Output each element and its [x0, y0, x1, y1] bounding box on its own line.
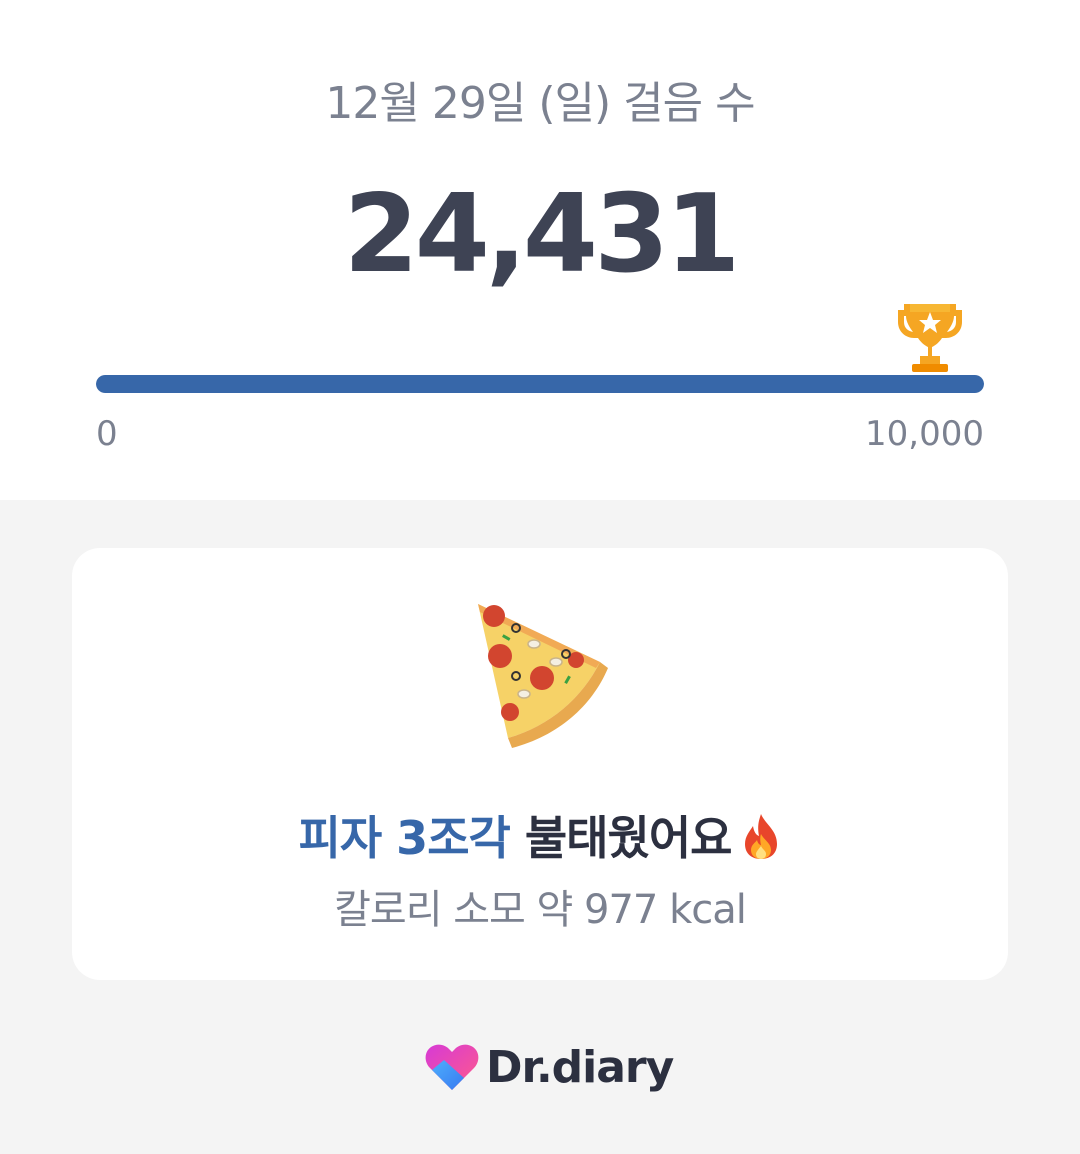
step-progress-bar	[96, 375, 984, 393]
pizza-icon	[478, 604, 608, 748]
burn-highlight: 피자 3조각	[298, 811, 511, 865]
heart-logo-icon	[425, 1044, 479, 1090]
burn-message: 피자 3조각 불태웠어요	[72, 806, 1008, 870]
progress-max-label: 10,000	[865, 414, 984, 454]
brand-name: Dr.diary	[486, 1042, 674, 1093]
calorie-card: 피자 3조각 불태웠어요 칼로리 소모 약 977 kcal	[72, 548, 1008, 980]
burn-text: 불태웠어요	[509, 811, 733, 865]
step-count: 24,431	[343, 172, 741, 297]
trophy-icon	[898, 304, 962, 372]
date-title: 12월 29일 (일) 걸음 수	[325, 78, 755, 129]
step-progress-fill	[96, 375, 984, 393]
fire-icon	[745, 814, 778, 859]
brand-footer: Dr.diary	[424, 1040, 674, 1096]
calorie-text: 칼로리 소모 약 977 kcal	[334, 887, 747, 933]
progress-min-label: 0	[96, 414, 118, 454]
step-summary-panel: 12월 29일 (일) 걸음 수 24,431 0 10,000	[0, 0, 1080, 500]
